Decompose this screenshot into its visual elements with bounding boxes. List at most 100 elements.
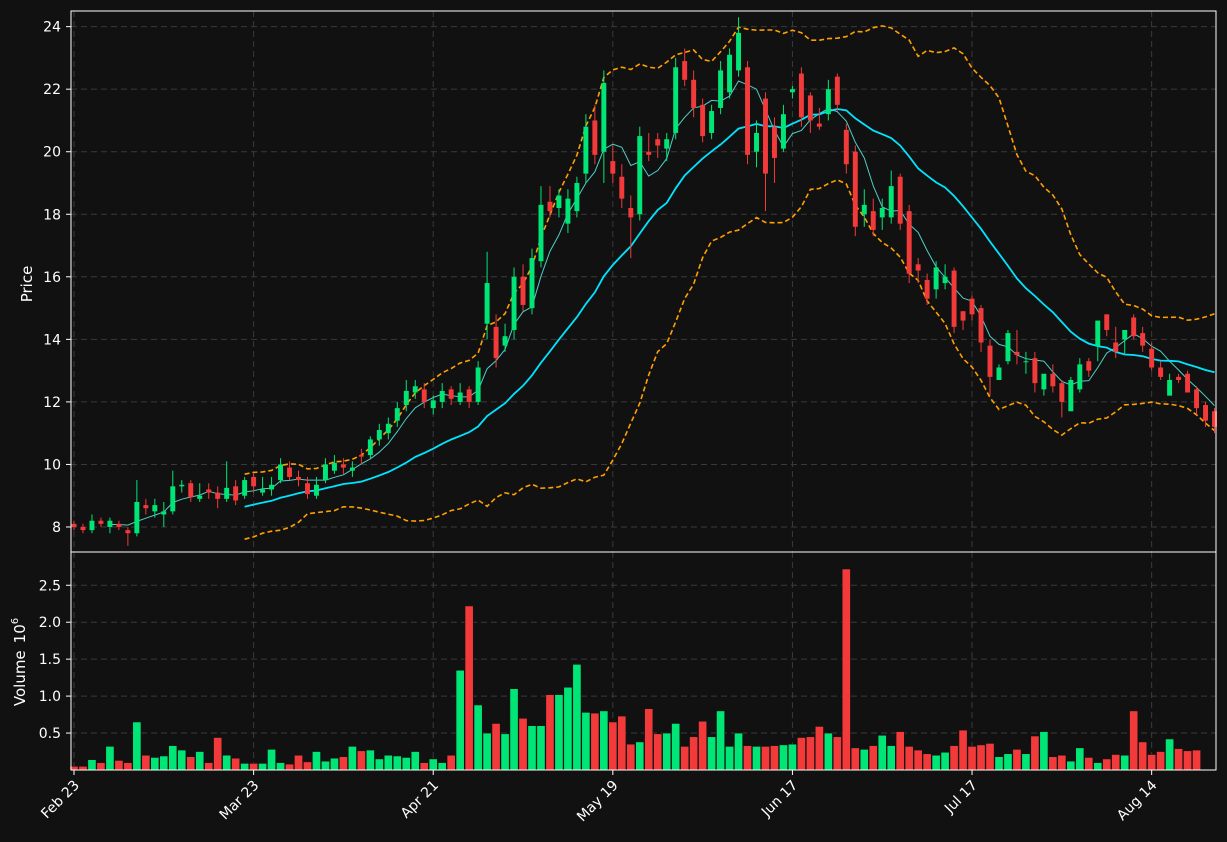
candle-body xyxy=(1176,376,1182,381)
candle-body xyxy=(879,208,885,218)
volume-bar xyxy=(1039,731,1049,771)
candle-body xyxy=(448,389,454,399)
candle-down xyxy=(1131,314,1137,340)
volume-bar xyxy=(958,729,968,771)
candle-down xyxy=(852,145,858,237)
volume-bar xyxy=(338,756,348,771)
volume-bar xyxy=(581,712,591,771)
candle-body xyxy=(143,505,149,509)
volume-bar xyxy=(1174,748,1184,771)
candle-body xyxy=(287,467,292,477)
volume-bar xyxy=(527,725,537,771)
volume-bar xyxy=(913,749,923,771)
candle-body xyxy=(367,439,373,456)
volume-bar xyxy=(455,669,465,771)
candle-body xyxy=(718,70,724,108)
candle-body xyxy=(1086,361,1092,371)
volume-bar xyxy=(1075,747,1085,771)
volume-bar xyxy=(303,761,312,771)
volume-bar xyxy=(599,710,609,771)
candle-body xyxy=(1167,380,1173,396)
candle-body xyxy=(888,186,894,218)
volume-bar xyxy=(868,745,878,771)
volume-bar xyxy=(231,757,241,771)
candle-body xyxy=(556,195,562,209)
volume-bar xyxy=(356,750,366,771)
price-tick-label: 22 xyxy=(43,82,61,98)
candle-down xyxy=(906,204,912,284)
volume-bar xyxy=(114,760,124,771)
volume-bar xyxy=(1030,735,1040,771)
volume-bar xyxy=(276,762,285,771)
volume-bar xyxy=(931,754,941,771)
candle-body xyxy=(1050,373,1056,387)
volume-bar xyxy=(1129,710,1139,771)
volume-bar xyxy=(644,708,654,771)
candle-body xyxy=(493,326,499,359)
volume-bar xyxy=(1003,753,1013,771)
candle-down xyxy=(745,61,750,165)
volume-bar xyxy=(554,694,564,771)
price-tick-label: 10 xyxy=(43,457,61,473)
volume-bar xyxy=(213,737,223,771)
candle-body xyxy=(1032,358,1038,384)
candle-body xyxy=(197,495,203,499)
volume-bar xyxy=(859,749,869,771)
volume-tick-label: 2.5 xyxy=(39,578,61,594)
candle-body xyxy=(502,336,508,346)
volume-bar xyxy=(904,746,914,771)
volume-bar xyxy=(653,733,663,771)
volume-bar xyxy=(877,734,887,771)
candle-body xyxy=(754,132,759,152)
candle-down xyxy=(1185,370,1191,393)
candle-down xyxy=(951,267,957,334)
candle-body xyxy=(269,484,275,490)
volume-bar xyxy=(446,754,456,771)
volume-bar xyxy=(1147,754,1157,771)
volume-axis-label-name: Volume xyxy=(11,650,29,706)
candle-body xyxy=(691,79,697,108)
candle-body xyxy=(798,73,804,118)
volume-bar xyxy=(1138,741,1148,771)
candle-body xyxy=(1068,380,1074,412)
candle-body xyxy=(960,311,966,321)
volume-bar xyxy=(258,763,268,771)
volume-bar xyxy=(437,762,447,771)
price-tick-label: 14 xyxy=(43,332,61,348)
candle-body xyxy=(1113,342,1119,352)
volume-bar xyxy=(1066,760,1076,771)
candle-body xyxy=(305,483,310,495)
candle-body xyxy=(242,480,248,496)
candle-body xyxy=(736,32,742,71)
candle-body xyxy=(1158,367,1164,377)
volume-tick-label: 1.5 xyxy=(39,652,61,668)
volume-scale-base: 10 xyxy=(11,624,29,643)
candle-body xyxy=(996,367,1002,381)
volume-bar xyxy=(1084,757,1094,771)
candle-down xyxy=(700,98,706,143)
candle-body xyxy=(188,483,194,498)
price-tick-label: 20 xyxy=(43,145,61,161)
candle-body xyxy=(1203,405,1208,421)
volume-bar xyxy=(590,712,600,771)
candle-body xyxy=(870,211,876,230)
volume-bar xyxy=(761,746,770,771)
volume-bar xyxy=(994,756,1004,771)
candle-body xyxy=(322,464,328,481)
candle-body xyxy=(430,400,436,409)
volume-bar xyxy=(985,743,995,771)
volume-bar xyxy=(132,721,142,771)
volume-bar xyxy=(392,755,402,771)
candle-body xyxy=(152,505,158,512)
volume-bar xyxy=(949,745,959,771)
volume-bar xyxy=(967,746,977,771)
volume-bar xyxy=(491,723,501,771)
candle-body xyxy=(978,308,984,343)
candle-body xyxy=(98,520,104,524)
candle-body xyxy=(700,104,706,137)
candle-body xyxy=(1077,364,1083,390)
candle-body xyxy=(906,211,912,274)
volume-bar xyxy=(1093,762,1103,771)
volume-bar xyxy=(743,745,752,771)
volume-bar xyxy=(518,717,528,771)
